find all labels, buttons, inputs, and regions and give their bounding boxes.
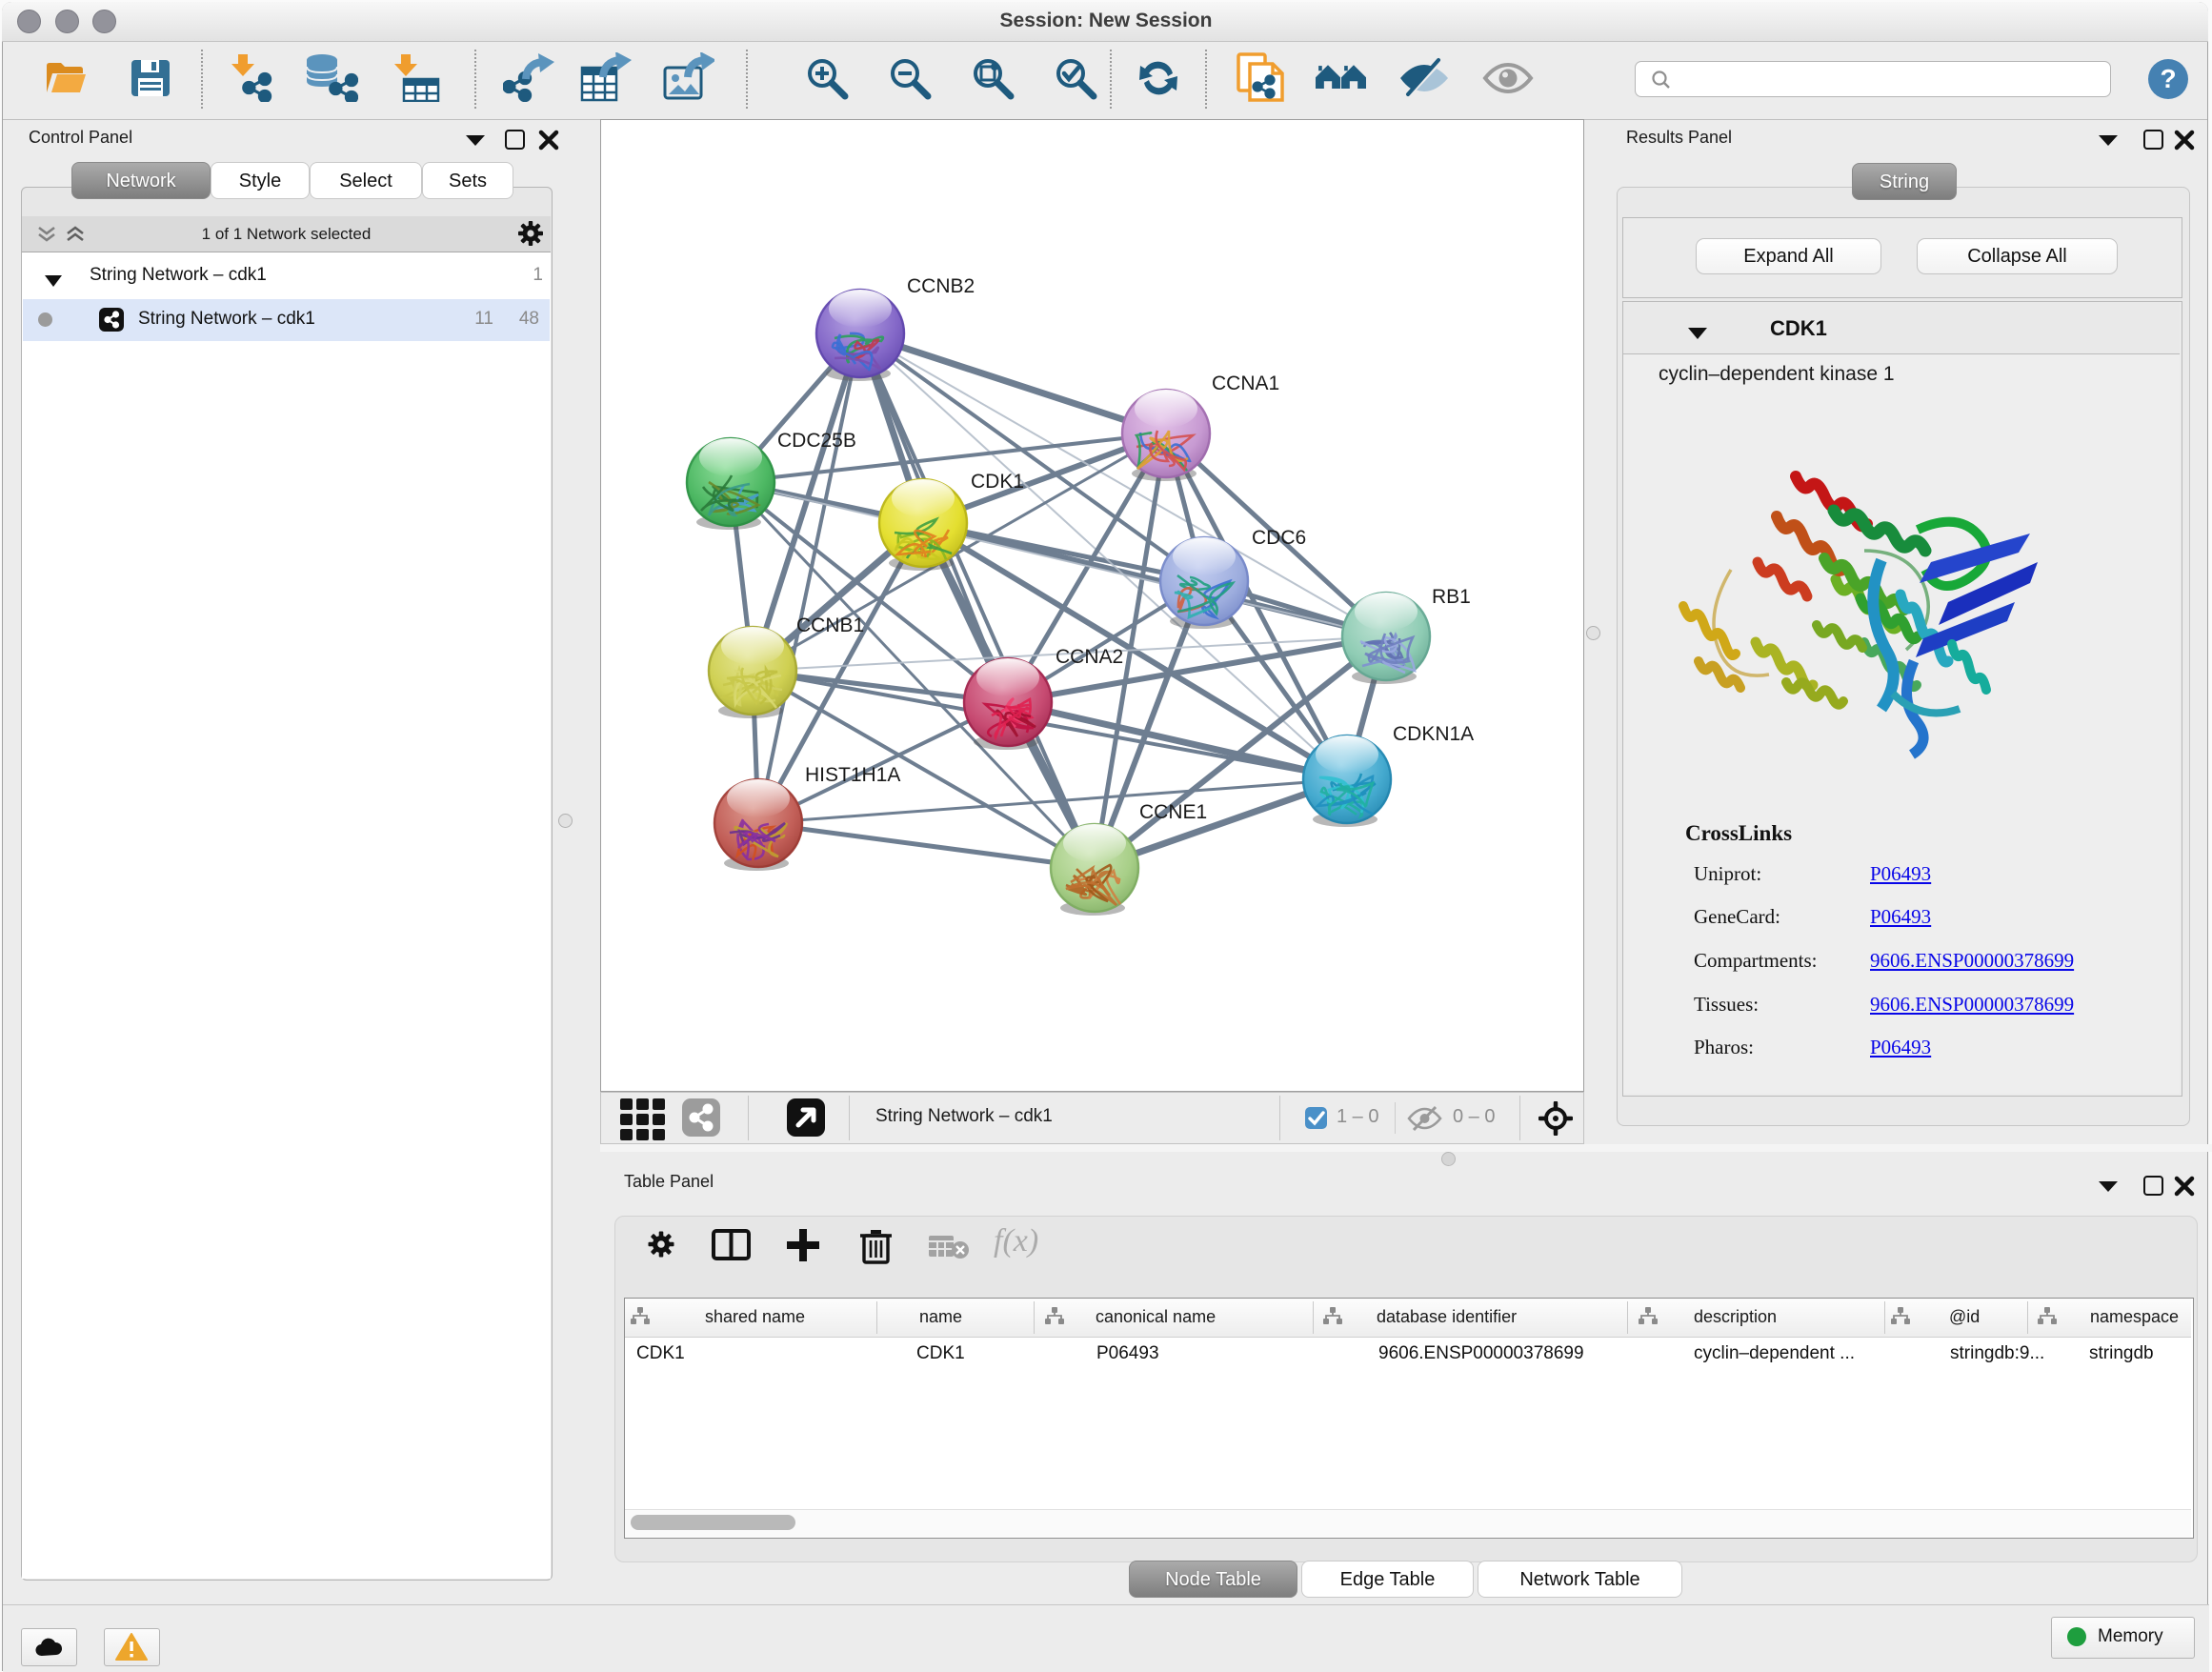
svg-text:CCNB1: CCNB1 [796, 614, 864, 636]
svg-text:CDC6: CDC6 [1252, 527, 1306, 549]
svg-text:RB1: RB1 [1432, 586, 1471, 608]
svg-text:CDC25B: CDC25B [777, 430, 856, 452]
svg-text:CCNA2: CCNA2 [1056, 646, 1123, 668]
svg-text:CCNA1: CCNA1 [1212, 373, 1279, 394]
svg-text:HIST1H1A: HIST1H1A [805, 764, 900, 786]
svg-text:CCNB2: CCNB2 [907, 275, 975, 297]
svg-text:CDK1: CDK1 [971, 471, 1024, 493]
svg-text:CCNE1: CCNE1 [1139, 801, 1207, 823]
svg-text:CDKN1A: CDKN1A [1393, 723, 1474, 745]
